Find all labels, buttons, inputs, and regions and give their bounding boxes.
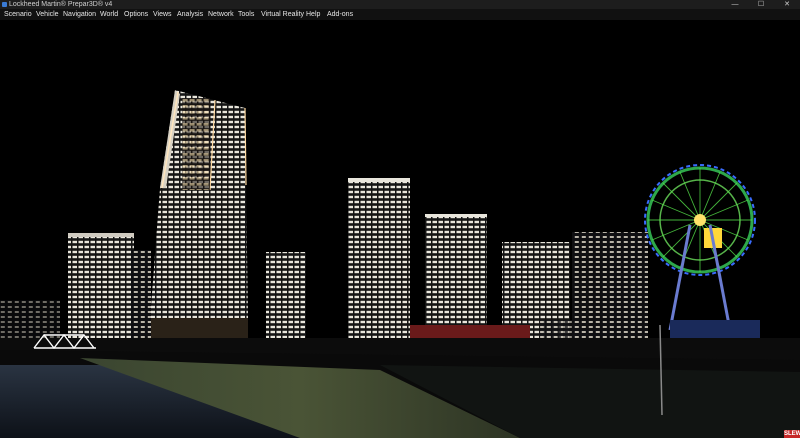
menu-options[interactable]: Options xyxy=(124,9,148,20)
menu-world[interactable]: World xyxy=(100,9,118,20)
menu-vehicle[interactable]: Vehicle xyxy=(36,9,59,20)
menu-views[interactable]: Views xyxy=(153,9,172,20)
app-icon xyxy=(2,2,7,7)
menu-analysis[interactable]: Analysis xyxy=(177,9,203,20)
minimize-button[interactable]: — xyxy=(722,0,748,9)
scene-render xyxy=(0,20,800,438)
menu-add-ons[interactable]: Add-ons xyxy=(327,9,353,20)
close-button[interactable]: ✕ xyxy=(774,0,800,9)
window-title: Lockheed Martin® Prepar3D® v4 xyxy=(9,1,113,8)
maximize-button[interactable]: ☐ xyxy=(748,0,774,9)
title-bar: Lockheed Martin® Prepar3D® v4 — ☐ ✕ xyxy=(0,0,800,9)
tower-mid-left xyxy=(266,252,306,344)
menu-tools[interactable]: Tools xyxy=(238,9,254,20)
menu-network[interactable]: Network xyxy=(208,9,234,20)
menu-scenario[interactable]: Scenario xyxy=(4,9,32,20)
simulator-viewport[interactable]: SLEW xyxy=(0,20,800,438)
menu-help[interactable]: Help xyxy=(306,9,320,20)
tower-center xyxy=(348,178,410,344)
tower-center-right xyxy=(425,214,487,340)
tower-left-annex xyxy=(131,250,151,345)
menu-bar: Scenario Vehicle Navigation World Option… xyxy=(0,9,800,20)
tower-left xyxy=(68,233,134,345)
menu-virtual-reality[interactable]: Virtual Reality xyxy=(261,9,304,20)
menu-navigation[interactable]: Navigation xyxy=(63,9,96,20)
slew-badge: SLEW xyxy=(784,430,800,438)
